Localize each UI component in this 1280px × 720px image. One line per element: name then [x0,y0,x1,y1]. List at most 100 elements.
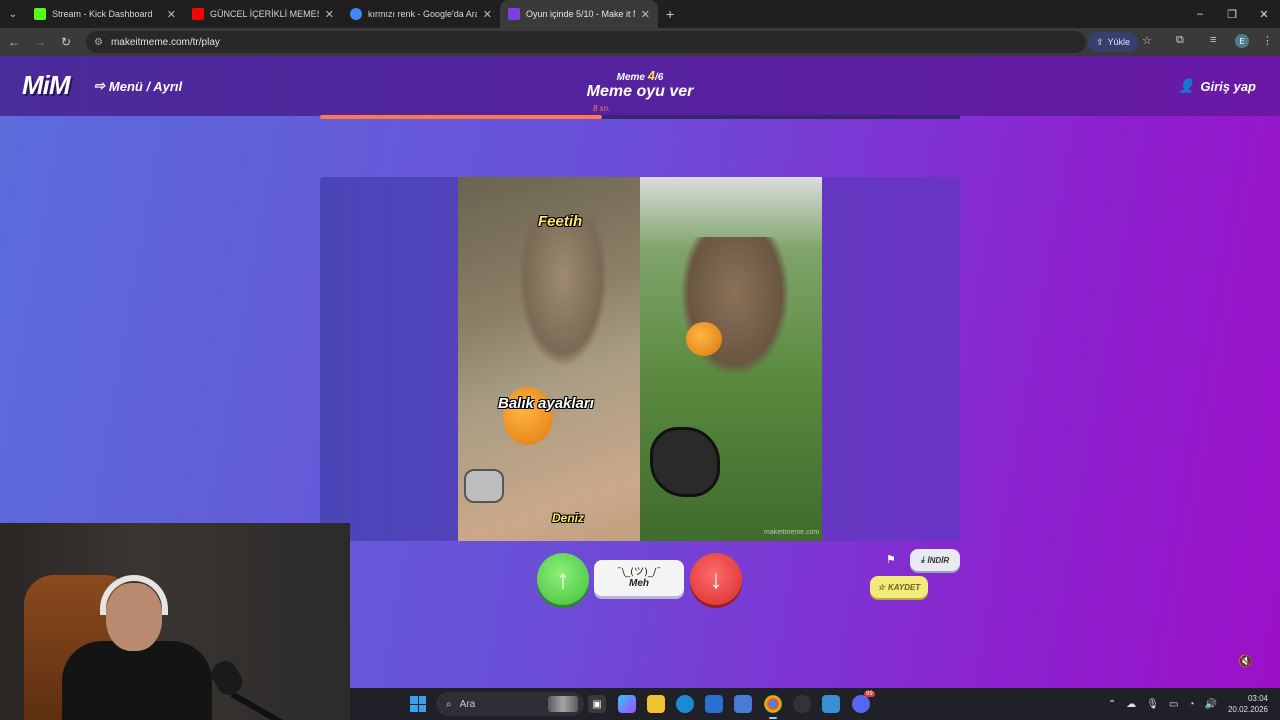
tab-search-icon[interactable]: ⌄ [0,0,26,28]
close-tab-icon[interactable]: ✕ [483,8,492,21]
close-tab-icon[interactable]: ✕ [325,8,334,21]
clock[interactable]: 03:04 20.02.2026 [1228,693,1268,715]
meme-caption-top: Feetih [538,213,583,230]
round-total: /6 [655,72,664,83]
meme-panel: Feetih Balık ayakları Deniz makeitmeme.c… [320,177,960,541]
url-field[interactable]: ⚙ makeitmeme.com/tr/play [86,31,1086,53]
shrug-face: ¯\_(ツ)_/¯ [616,567,662,578]
copilot-icon[interactable] [618,695,636,713]
countdown-timer: 8 sn. [593,104,611,113]
menu-leave-link[interactable]: ⇨ Menü / Ayrıl [94,78,182,94]
new-tab-button[interactable]: + [666,6,674,22]
round-label: Meme [616,72,645,83]
bookmark-star-icon[interactable]: ☆ [1142,34,1152,47]
close-tab-icon[interactable]: ✕ [167,8,176,21]
media-controls-icon[interactable]: ≡ [1210,34,1216,46]
tab-title: Stream - Kick Dashboard [52,9,153,19]
tab-youtube[interactable]: GÜNCEL İÇERİKLİ MEMES YARIŞ ✕ [184,0,342,28]
microphone-icon[interactable]: 🎙 [1146,699,1159,710]
monkey-figure [680,237,790,377]
report-flag-icon[interactable]: ⚑ [886,553,896,566]
tab-make-it-meme[interactable]: Oyun içinde 5/10 - Make it Meme ✕ [500,0,658,28]
search-icon: ⌕ [446,698,452,710]
login-button[interactable]: 👤 Giriş yap [1178,78,1256,94]
windows-start-icon[interactable] [410,696,426,712]
wifi-icon[interactable]: ◔ [1188,699,1194,710]
meme-watermark: makeitmeme.com [764,529,820,536]
close-window-button[interactable]: ✕ [1248,0,1280,28]
car-mirror [650,427,720,497]
mim-logo[interactable]: MiM [22,70,71,101]
meh-label: Meh [629,578,649,589]
tab-title: Oyun içinde 5/10 - Make it Meme [526,9,635,19]
address-bar-row: ← → ↻ ⚙ makeitmeme.com/tr/play ⇪ Yükle ☆… [0,28,1280,56]
tab-kick-dashboard[interactable]: Stream - Kick Dashboard ✕ [26,0,184,28]
display-icon[interactable]: ▭ [1169,699,1178,710]
chevron-up-icon[interactable]: ⌃ [1108,699,1116,710]
clock-date: 20.02.2026 [1227,705,1268,714]
meme-right-photo [640,177,822,541]
upload-label: Yükle [1107,37,1131,47]
task-view-icon[interactable]: ▣ [588,695,606,713]
browser-tab-bar: ⌄ Stream - Kick Dashboard ✕ GÜNCEL İÇERİ… [0,0,1280,28]
menu-leave-label: Menü / Ayrıl [108,78,183,94]
search-highlight-image [548,696,578,712]
close-tab-icon[interactable]: ✕ [641,8,650,21]
snipping-tool-icon[interactable] [734,695,752,713]
orange-fruit [686,322,722,356]
save-button[interactable]: ☆ KAYDET [870,576,928,598]
edge-icon[interactable] [676,695,694,713]
site-settings-icon[interactable]: ⚙ [94,37,103,48]
microphone [207,656,247,700]
discord-icon[interactable] [852,695,870,713]
volume-icon[interactable]: 🔊 [1205,699,1217,710]
download-icon: ⤓ [920,555,925,564]
webcam-overlay [0,523,350,720]
restore-button[interactable]: ❐ [1216,0,1248,28]
car-vent [464,469,504,503]
back-button[interactable]: ← [2,30,26,54]
taskbar-search-placeholder: Ara [459,698,476,710]
download-button[interactable]: ⤓ İNDİR [910,549,960,571]
round-current: 4 [647,68,656,83]
mute-speaker-icon[interactable]: 🔇 [1238,654,1253,668]
mic-arm [230,691,303,720]
forward-button[interactable]: → [28,30,52,54]
microsoft-store-icon[interactable] [705,695,723,713]
reload-button[interactable]: ↻ [54,30,78,54]
obs-icon[interactable] [793,695,811,713]
upvote-button[interactable]: ↑ [537,553,589,605]
monkey-figure [518,217,608,367]
tab-google-search[interactable]: kırmızı renk - Google'da Ara ✕ [342,0,500,28]
network-cloud-icon[interactable]: ☁ [1126,699,1136,710]
round-info: Meme 4/6 Meme oyu ver 8 sn. [540,68,740,113]
tab-title: kırmızı renk - Google'da Ara [368,9,477,19]
discord-badge: 99 [864,691,875,697]
meh-vote-button[interactable]: ¯\_(ツ)_/¯ Meh [594,560,684,596]
upload-button[interactable]: ⇪ Yükle [1088,32,1139,52]
notes-app-icon[interactable] [822,695,840,713]
page-title: Meme oyu ver [586,83,694,100]
download-label: İNDİR [927,555,950,565]
profile-avatar[interactable]: E [1235,34,1249,48]
taskbar-search[interactable]: ⌕ Ara [436,692,584,716]
clock-time: 03:04 [1247,694,1268,703]
timer-progress-bar [320,115,960,119]
youtube-favicon-icon [192,8,204,20]
minimize-button[interactable]: – [1184,0,1216,28]
timer-progress-fill [320,115,602,119]
extensions-icon[interactable]: ⧉ [1176,34,1184,47]
exit-icon: ⇨ [94,78,105,93]
chrome-icon[interactable] [764,695,782,713]
tab-title: GÜNCEL İÇERİKLİ MEMES YARIŞ [210,9,319,19]
meme-image: Feetih Balık ayakları Deniz makeitmeme.c… [458,177,822,541]
browser-menu-icon[interactable]: ⋮ [1262,34,1273,47]
file-explorer-icon[interactable] [647,695,665,713]
downvote-button[interactable]: ↓ [690,553,742,605]
star-icon: ☆ [877,582,885,592]
meme-caption-bottom: Deniz [552,511,585,525]
arrow-down-icon: ↓ [709,563,723,594]
round-counter: Meme 4/6 [540,68,740,83]
user-icon: 👤 [1178,78,1195,93]
system-tray: ⌃ ☁ 🎙 ▭ ◔ 🔊 03:04 20.02.2026 [1103,688,1280,720]
